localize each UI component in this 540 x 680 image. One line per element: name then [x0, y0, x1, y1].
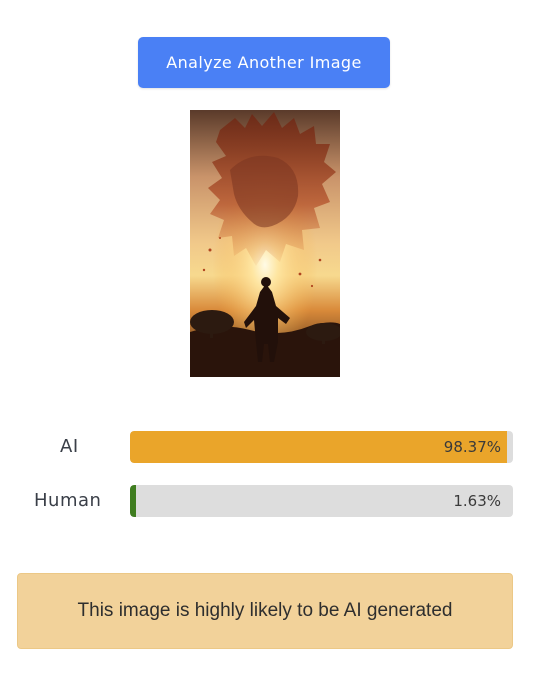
human-probability-fill [130, 485, 136, 517]
uploaded-image-preview [190, 110, 340, 377]
human-probability-value: 1.63% [453, 492, 501, 510]
analyze-another-image-button[interactable]: Analyze Another Image [138, 37, 390, 88]
human-probability-bar: 1.63% [130, 485, 513, 517]
ai-probability-value: 98.37% [443, 438, 501, 456]
human-label: Human [34, 490, 102, 511]
verdict-banner: This image is highly likely to be AI gen… [17, 573, 513, 649]
ai-probability-bar: 98.37% [130, 431, 513, 463]
result-page: Analyze Another Image AI 98.37% Human 1.… [0, 0, 540, 680]
ai-label: AI [60, 436, 79, 457]
